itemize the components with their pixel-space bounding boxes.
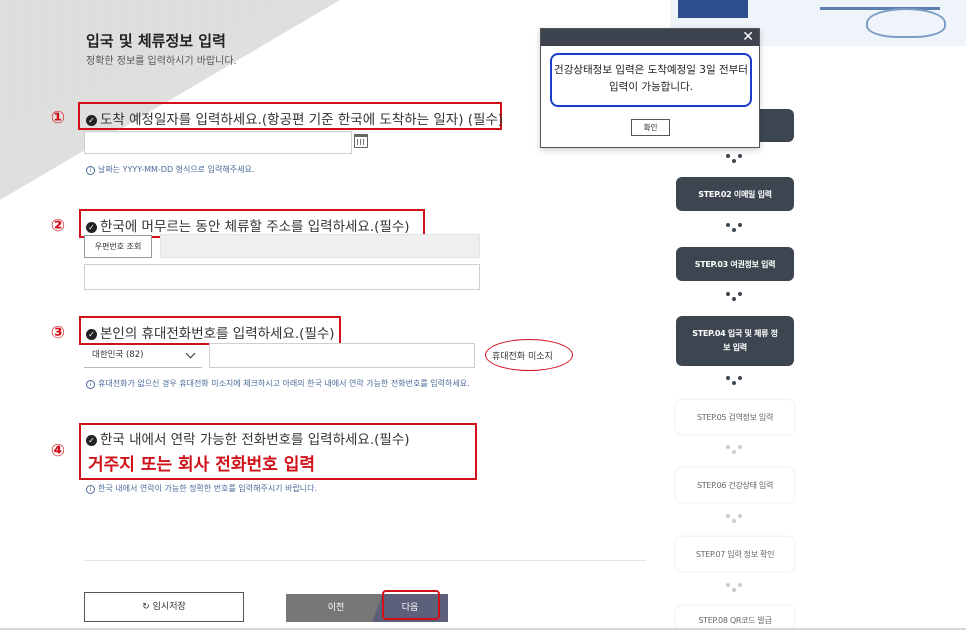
page-subtitle: 정확한 정보를 입력하시기 바랍니다. [86, 56, 237, 67]
step-02[interactable]: STEP.02 이메일 입력 [676, 177, 794, 211]
step-connector-dots [723, 290, 745, 302]
question-address: ✓ 한국에 머무르는 동안 체류할 주소를 입력하세요.(필수) [86, 215, 410, 235]
modal-message: 건강상태정보 입력은 도착예정일 3일 전부터 입력이 가능합니다. [554, 64, 748, 93]
mobile-hint: i 휴대전화가 없으신 경우 휴대전화 미소지에 체크하시고 아래의 한국 내에서… [86, 378, 470, 389]
postcode-field [160, 234, 480, 258]
check-circle-icon: ✓ [86, 329, 97, 340]
step-connector-dots [723, 512, 745, 524]
postcode-search-button[interactable]: 우편번호 조회 [84, 235, 152, 258]
country-code-select[interactable]: 대한민국 (82) [84, 343, 202, 368]
step-08: STEP.08 QR코드 발급 [676, 606, 794, 630]
step-connector-dots [723, 443, 745, 455]
question-mobile: ✓ 본인의 휴대전화번호를 입력하세요.(필수) [86, 322, 335, 342]
modal-header: ✕ [541, 29, 759, 46]
question-arrival-date: ✓ 도착 예정일자를 입력하세요.(항공편 기준 한국에 도착하는 일자) (필수… [86, 108, 503, 128]
no-phone-checkbox-label[interactable]: 휴대전화 미소지 [492, 349, 553, 362]
annotation-box-next [382, 590, 440, 620]
check-circle-icon: ✓ [86, 115, 97, 126]
info-icon: i [86, 380, 95, 389]
step-05: STEP.05 검역정보 입력 [676, 400, 794, 434]
annotation-number-4: ④ [50, 441, 66, 461]
step-06: STEP.06 건강상태 입력 [676, 468, 794, 502]
address-detail-input[interactable] [84, 264, 480, 290]
calendar-icon[interactable] [354, 134, 368, 148]
step-07: STEP.07 입력 정보 확인 [676, 537, 794, 571]
modal-ok-button[interactable]: 확인 [631, 119, 670, 136]
contact-phone-hint: i 한국 내에서 연락이 가능한 정확한 번호를 입력해주시기 바랍니다. [86, 483, 317, 494]
prev-button[interactable]: 이전 [286, 594, 386, 622]
alert-modal: ✕ 건강상태정보 입력은 도착예정일 3일 전부터 입력이 가능합니다. 확인 [540, 28, 760, 148]
question-contact-phone: ✓ 한국 내에서 연락 가능한 전화번호를 입력하세요.(필수) [86, 428, 410, 448]
close-icon[interactable]: ✕ [742, 29, 754, 46]
temp-save-button[interactable]: ↻ 임시저장 [84, 592, 244, 622]
chevron-down-icon [185, 348, 196, 359]
page-root: 입국 및 체류정보 입력 정확한 정보를 입력하시기 바랍니다. ① ✓ 도착 예… [0, 0, 966, 630]
check-circle-icon: ✓ [86, 222, 97, 233]
annotation-number-1: ① [50, 108, 66, 128]
arrival-date-input[interactable] [84, 131, 352, 154]
step-04-current[interactable]: STEP.04 입국 및 체류 정보 입력 [676, 316, 794, 366]
step-connector-dots [723, 581, 745, 593]
mobile-number-input[interactable] [209, 343, 475, 368]
info-icon: i [86, 485, 95, 494]
divider [84, 560, 646, 561]
check-circle-icon: ✓ [86, 435, 97, 446]
info-icon: i [86, 166, 95, 175]
page-title: 입국 및 체류정보 입력 [86, 32, 226, 50]
refresh-icon: ↻ [142, 602, 153, 612]
annotation-text: 거주지 또는 회사 전화번호 입력 [88, 455, 315, 475]
annotation-number-2: ② [50, 216, 66, 236]
step-03[interactable]: STEP.03 여권정보 입력 [676, 247, 794, 281]
step-connector-dots [723, 221, 745, 233]
arrival-date-hint: i 날짜는 YYYY-MM-DD 형식으로 입력해주세요. [86, 164, 254, 175]
step-connector-dots [723, 152, 745, 164]
step-connector-dots [723, 374, 745, 386]
annotation-number-3: ③ [50, 323, 66, 343]
